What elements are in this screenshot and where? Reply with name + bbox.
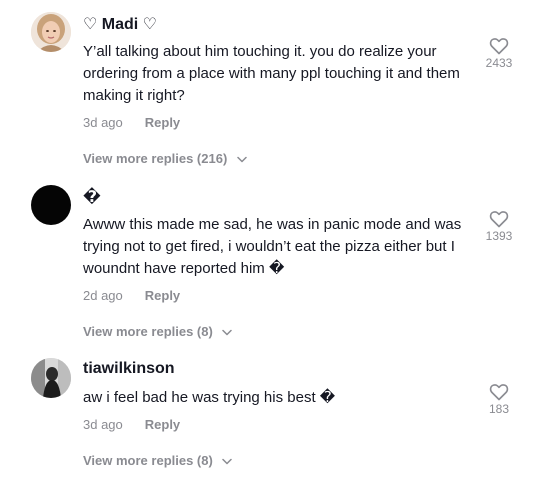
reply-button[interactable]: Reply	[145, 115, 180, 130]
like-button[interactable]: 183	[479, 383, 519, 416]
heart-outline-icon	[489, 211, 509, 228]
view-more-replies[interactable]: View more replies (8)	[83, 324, 233, 339]
chevron-down-icon	[222, 458, 233, 465]
avatar-photo	[31, 12, 71, 52]
comment-meta: 2d ago Reply	[83, 288, 180, 303]
comment-username[interactable]: �	[83, 187, 101, 207]
comment-text: Awww this made me sad, he was in panic m…	[83, 216, 462, 277]
like-button[interactable]: 1393	[479, 210, 519, 243]
chevron-down-icon	[237, 156, 247, 163]
like-count: 2433	[485, 56, 513, 70]
avatar[interactable]	[31, 185, 71, 225]
reply-button[interactable]: Reply	[145, 288, 180, 303]
view-more-label: View more replies (8)	[83, 324, 213, 339]
avatar-photo	[31, 358, 71, 398]
reply-button[interactable]: Reply	[145, 417, 180, 432]
view-more-replies[interactable]: View more replies (216)	[83, 151, 247, 166]
comment-timestamp: 2d ago	[83, 288, 123, 303]
comment-meta: 3d ago Reply	[83, 115, 180, 130]
avatar[interactable]	[31, 12, 71, 52]
like-button[interactable]: 2433	[479, 37, 519, 70]
view-more-replies[interactable]: View more replies (8)	[83, 453, 233, 468]
view-more-label: View more replies (216)	[83, 151, 228, 166]
comment-text: Y’all talking about him touching it. you…	[83, 43, 460, 104]
comment-text: aw i feel bad he was trying his best �	[83, 389, 336, 406]
like-count: 1393	[485, 229, 513, 243]
comment-username[interactable]: ♡ Madi ♡	[83, 14, 157, 34]
heart-outline-icon	[489, 384, 509, 401]
chevron-down-icon	[222, 329, 233, 336]
comment-meta: 3d ago Reply	[83, 417, 180, 432]
view-more-label: View more replies (8)	[83, 453, 213, 468]
like-count: 183	[488, 402, 510, 416]
avatar[interactable]	[31, 358, 71, 398]
comment-timestamp: 3d ago	[83, 115, 123, 130]
heart-outline-icon	[489, 38, 509, 55]
comment-timestamp: 3d ago	[83, 417, 123, 432]
comment-username[interactable]: tiawilkinson	[83, 360, 175, 378]
